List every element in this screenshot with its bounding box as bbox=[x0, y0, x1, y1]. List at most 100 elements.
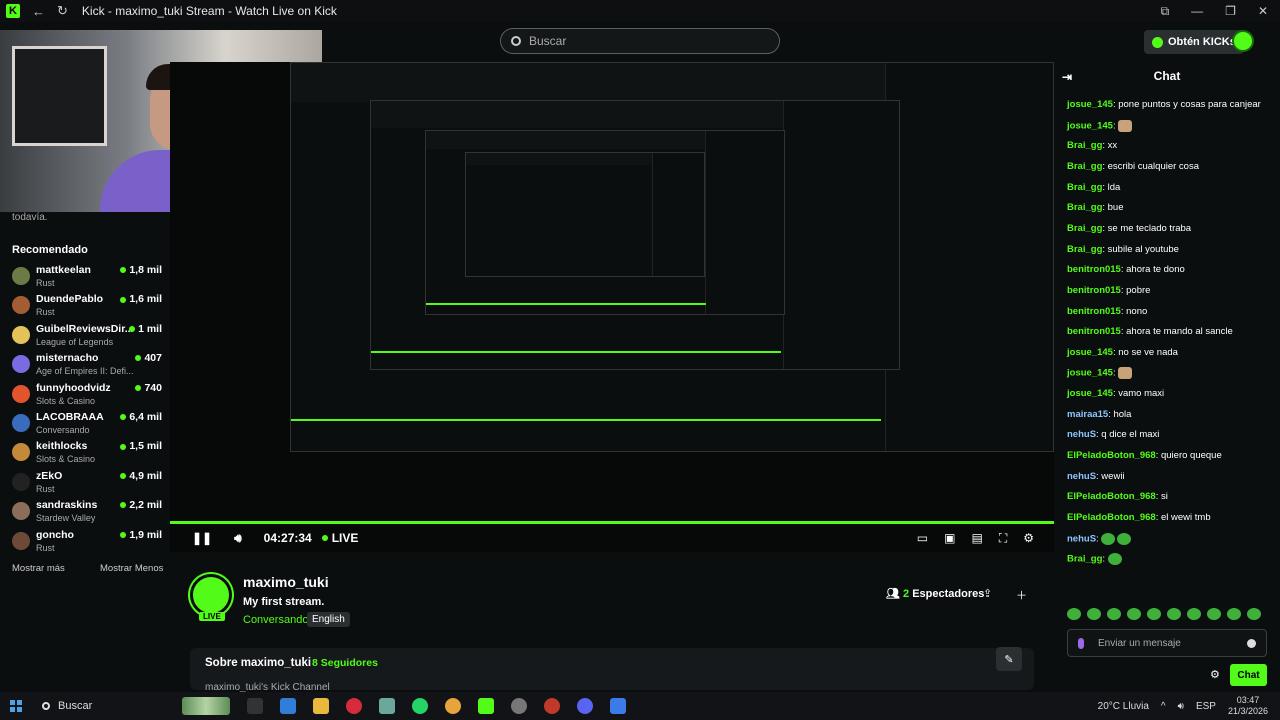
theater-mode-icon[interactable]: ▭ bbox=[917, 531, 928, 546]
obs-icon[interactable] bbox=[544, 698, 561, 714]
chat-username[interactable]: josue_145 bbox=[1067, 99, 1113, 110]
chat-username[interactable]: nehuS bbox=[1067, 471, 1096, 482]
mic-icon[interactable] bbox=[1078, 637, 1084, 649]
chat-username[interactable]: josue_145 bbox=[1067, 120, 1113, 131]
emote-icon[interactable] bbox=[1127, 608, 1141, 620]
chat-input[interactable]: Enviar un mensaje bbox=[1067, 629, 1267, 657]
pip-icon[interactable]: ▣ bbox=[944, 531, 955, 546]
kick-app-icon: K bbox=[6, 4, 20, 18]
sidebar-channel[interactable]: funnyhoodvidz Slots & Casino 740 bbox=[12, 382, 162, 408]
discord-icon[interactable] bbox=[577, 698, 594, 714]
chat-username[interactable]: ElPeladoBoton_968 bbox=[1067, 512, 1156, 523]
follow-icon[interactable]: ＋ bbox=[1016, 587, 1027, 603]
chat-username[interactable]: josue_145 bbox=[1067, 368, 1113, 379]
share-icon[interactable]: ⇪ bbox=[983, 587, 992, 600]
sidebar-channel[interactable]: GuibelReviewsDir... League of Legends 1 mi… bbox=[12, 323, 162, 349]
settings-icon[interactable]: ⚙ bbox=[1023, 531, 1034, 546]
sidebar-channel[interactable]: goncho Rust 1,9 mil bbox=[12, 529, 162, 555]
chat-username[interactable]: josue_145 bbox=[1067, 347, 1113, 358]
sidebar-channel[interactable]: misternacho Age of Empires II: Defi... 407 bbox=[12, 352, 162, 378]
chat-text: : no se ve nada bbox=[1112, 346, 1178, 358]
emote-icon[interactable] bbox=[1087, 608, 1101, 620]
edit-pencil-icon[interactable]: ✎ bbox=[996, 647, 1022, 671]
user-avatar[interactable] bbox=[1232, 30, 1254, 52]
show-more-link[interactable]: Mostrar más bbox=[12, 563, 65, 574]
share-window-icon[interactable]: ⧉ bbox=[1161, 4, 1170, 19]
channel-name: GuibelReviewsDir... bbox=[36, 322, 134, 335]
emote-icon[interactable] bbox=[1167, 608, 1181, 620]
chat-username[interactable]: Brai_gg bbox=[1067, 554, 1102, 565]
sidebar-channel[interactable]: mattkeelan Rust 1,8 mil bbox=[12, 264, 162, 290]
channel-category: Rust bbox=[36, 542, 55, 553]
streamer-name[interactable]: maximo_tuki bbox=[243, 574, 329, 590]
keyboard-lang[interactable]: ESP bbox=[1196, 701, 1216, 712]
collapse-chat-icon[interactable]: ⇥ bbox=[1062, 70, 1072, 84]
windows-start-icon[interactable] bbox=[10, 700, 22, 712]
chat-username[interactable]: benitron015 bbox=[1067, 264, 1121, 275]
kick-taskbar-icon[interactable] bbox=[478, 698, 495, 714]
emote-icon[interactable] bbox=[1227, 608, 1241, 620]
chat-settings-icon[interactable]: ⚙ bbox=[1210, 668, 1220, 681]
volume-icon[interactable]: 🔊︎ bbox=[234, 531, 242, 546]
send-chat-button[interactable]: Chat bbox=[1230, 664, 1267, 686]
streamer-avatar[interactable]: LIVE bbox=[190, 574, 232, 621]
whatsapp-icon[interactable] bbox=[412, 698, 429, 714]
emote-icon[interactable] bbox=[1247, 608, 1261, 620]
taskbar-search[interactable]: Buscar bbox=[42, 700, 92, 712]
close-icon[interactable]: ✕ bbox=[1258, 4, 1268, 18]
chat-username[interactable]: nehuS bbox=[1067, 429, 1096, 440]
emote-icon[interactable] bbox=[1187, 608, 1201, 620]
volume-tray-icon[interactable]: 🔊︎ bbox=[1178, 701, 1184, 712]
chat-username[interactable]: Brai_gg bbox=[1067, 202, 1102, 213]
emote-icon[interactable] bbox=[1067, 608, 1081, 620]
chat-username[interactable]: Brai_gg bbox=[1067, 140, 1102, 151]
pause-icon[interactable]: ❚❚ bbox=[192, 531, 212, 545]
sidebar-channel[interactable]: LACOBRAAA Conversando 6,4 mil bbox=[12, 411, 162, 437]
notepad-icon[interactable] bbox=[379, 698, 396, 714]
refresh-icon[interactable]: ↻ bbox=[57, 3, 68, 19]
maximize-icon[interactable]: ❐ bbox=[1225, 4, 1236, 18]
chat-username[interactable]: benitron015 bbox=[1067, 285, 1121, 296]
chat-text: : vamo maxi bbox=[1112, 388, 1165, 400]
language-badge[interactable]: English bbox=[307, 612, 350, 627]
chat-username[interactable]: ElPeladoBoton_968 bbox=[1067, 491, 1156, 502]
task-view-icon[interactable] bbox=[247, 698, 264, 714]
stream-category[interactable]: Conversando bbox=[243, 614, 308, 626]
chat-username[interactable]: mairaa15 bbox=[1067, 409, 1108, 420]
get-kicks-button[interactable]: Obtén KICKs bbox=[1144, 30, 1244, 54]
sidebar-channel[interactable]: keithlocks Slots & Casino 1,5 mil bbox=[12, 440, 162, 466]
app-icon[interactable] bbox=[610, 698, 627, 714]
weather-text[interactable]: 20°C Lluvia bbox=[1098, 701, 1149, 712]
store-icon[interactable] bbox=[280, 698, 297, 714]
emote-icon[interactable] bbox=[1147, 608, 1161, 620]
minimize-icon[interactable]: — bbox=[1191, 4, 1203, 18]
sidebar-channel[interactable]: zEkO Rust 4,9 mil bbox=[12, 470, 162, 496]
sidebar-channel[interactable]: sandraskins Stardew Valley 2,2 mil bbox=[12, 499, 162, 525]
opera-icon[interactable] bbox=[346, 698, 363, 714]
fullscreen-icon[interactable]: ⛶ bbox=[999, 531, 1007, 546]
emoji-icon[interactable] bbox=[1247, 639, 1256, 648]
clip-icon[interactable]: ▤ bbox=[971, 531, 982, 546]
chat-username[interactable]: benitron015 bbox=[1067, 306, 1121, 317]
tray-chevron-icon[interactable]: ^ bbox=[1161, 701, 1166, 712]
chat-username[interactable]: josue_145 bbox=[1067, 388, 1113, 399]
taskbar-highlight-image[interactable] bbox=[182, 697, 231, 715]
settings-taskbar-icon[interactable] bbox=[511, 698, 528, 714]
chat-username[interactable]: nehuS bbox=[1067, 533, 1096, 544]
chrome-icon[interactable] bbox=[445, 698, 462, 714]
chat-username[interactable]: Brai_gg bbox=[1067, 244, 1102, 255]
chat-username[interactable]: Brai_gg bbox=[1067, 223, 1102, 234]
sidebar-channel[interactable]: DuendePablo Rust 1,6 mil bbox=[12, 293, 162, 319]
clock[interactable]: 03:47 21/3/2026 bbox=[1228, 695, 1268, 717]
chat-username[interactable]: ElPeladoBoton_968 bbox=[1067, 450, 1156, 461]
video-player[interactable]: ❚❚ 🔊︎ 04:27:34 LIVE ▭ ▣ ▤ ⛶ ⚙ bbox=[170, 62, 1054, 552]
search-input[interactable]: Buscar bbox=[500, 28, 780, 54]
chat-username[interactable]: Brai_gg bbox=[1067, 161, 1102, 172]
back-icon[interactable]: ← bbox=[32, 4, 45, 19]
emote-icon[interactable] bbox=[1207, 608, 1221, 620]
file-explorer-icon[interactable] bbox=[313, 698, 330, 714]
emote-icon[interactable] bbox=[1107, 608, 1121, 620]
chat-username[interactable]: Brai_gg bbox=[1067, 182, 1102, 193]
chat-username[interactable]: benitron015 bbox=[1067, 326, 1121, 337]
show-less-link[interactable]: Mostrar Menos bbox=[100, 563, 163, 574]
